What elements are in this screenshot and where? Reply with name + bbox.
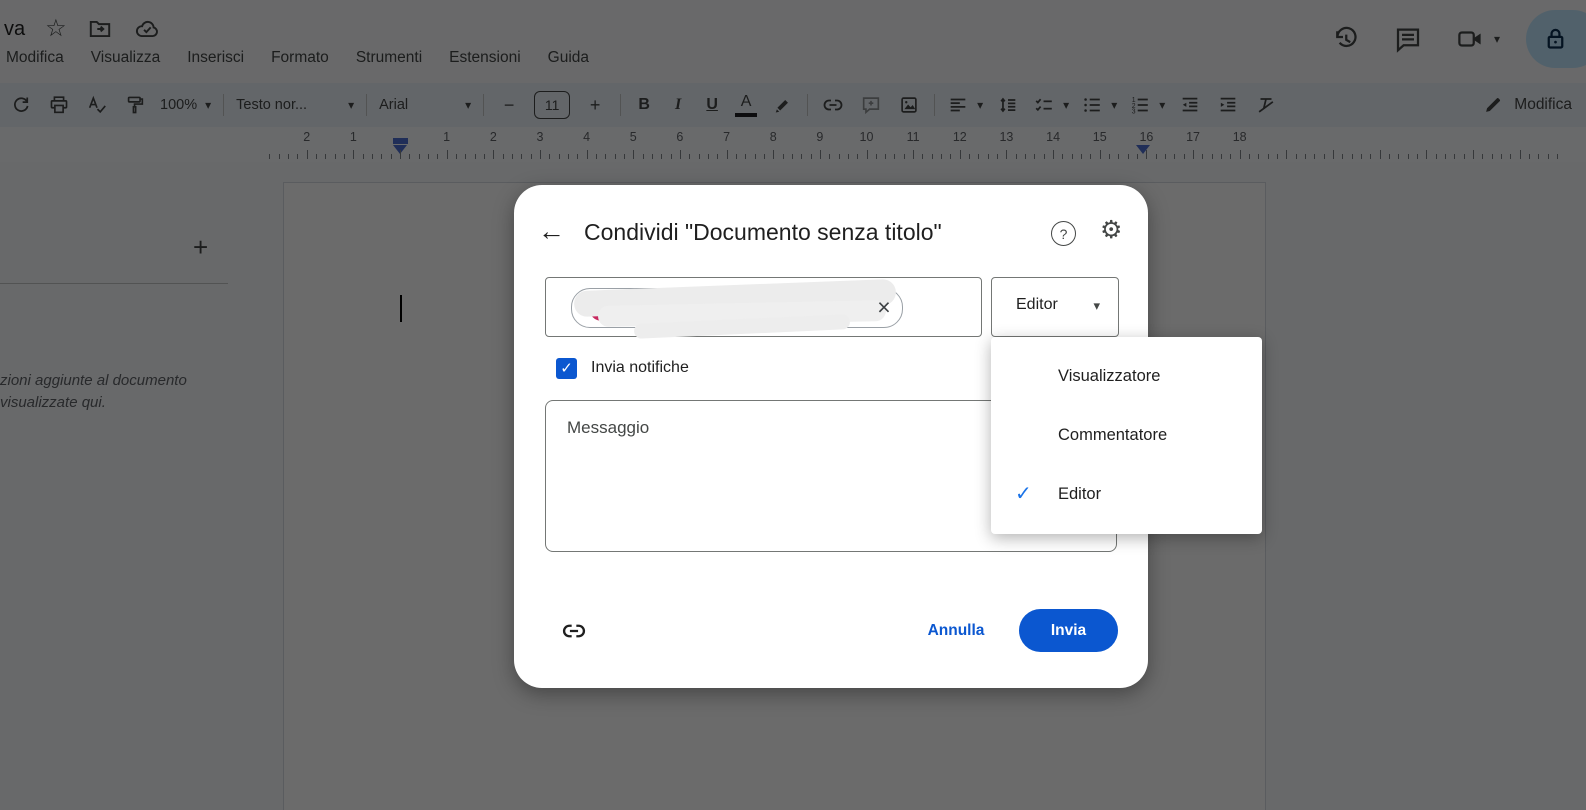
role-option-label: Commentatore — [1058, 426, 1168, 444]
role-option-editor[interactable]: ✓ Editor — [991, 465, 1262, 524]
dialog-title: Condividi "Documento senza titolo" — [584, 219, 942, 245]
check-icon: ✓ — [1015, 483, 1032, 505]
notify-checkbox-label: Invia notifiche — [591, 359, 689, 376]
role-option-label: Editor — [1058, 485, 1102, 503]
role-menu: Visualizzatore Commentatore ✓ Editor — [991, 337, 1262, 534]
copy-link-icon[interactable] — [558, 615, 590, 647]
back-arrow-icon[interactable]: ← — [538, 217, 565, 245]
role-dropdown-button[interactable]: Editor ▾ — [991, 277, 1119, 337]
role-option-visualizzatore[interactable]: Visualizzatore — [991, 347, 1262, 406]
recipient-input[interactable]: × — [545, 277, 982, 339]
help-icon[interactable]: ? — [1051, 221, 1076, 246]
role-dropdown-value: Editor — [1016, 296, 1058, 313]
notify-row: ✓ Invia notifiche — [556, 356, 689, 380]
role-option-label: Visualizzatore — [1058, 367, 1161, 385]
recipient-chip[interactable]: × — [571, 278, 903, 339]
chevron-down-icon: ▾ — [1093, 298, 1100, 313]
role-option-commentatore[interactable]: Commentatore — [991, 406, 1262, 465]
remove-recipient-icon[interactable]: × — [870, 293, 898, 321]
google-docs-window: va ☆ Modifica Visualizza — [0, 0, 1586, 810]
notify-checkbox[interactable]: ✓ — [556, 357, 577, 379]
cancel-button[interactable]: Annulla — [906, 609, 1006, 652]
send-button[interactable]: Invia — [1019, 609, 1118, 652]
gear-icon[interactable]: ⚙ — [1100, 215, 1122, 245]
